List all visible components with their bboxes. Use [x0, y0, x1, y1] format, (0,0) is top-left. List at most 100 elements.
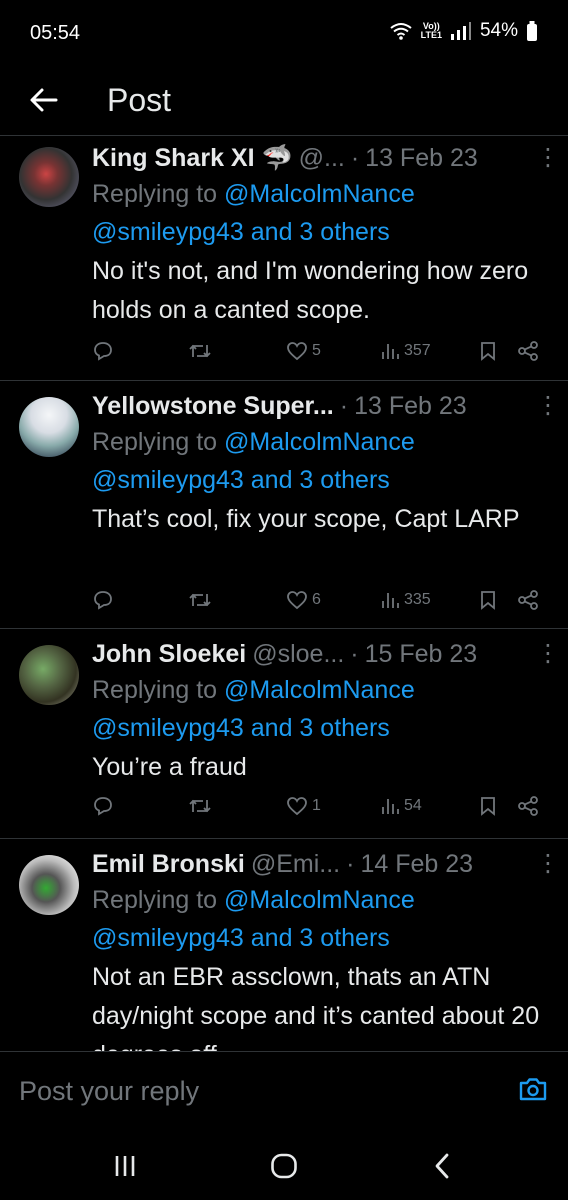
reply-tweet[interactable]: King Shark XI 🦈 @... · 13 Feb 23 ⋮ Reply… — [0, 137, 568, 381]
replies-feed[interactable]: King Shark XI 🦈 @... · 13 Feb 23 ⋮ Reply… — [0, 137, 568, 1051]
author-name[interactable]: King Shark XI 🦈 — [92, 141, 293, 175]
like-count: 6 — [312, 591, 321, 608]
mention-link[interactable]: @MalcolmNance — [224, 676, 415, 704]
views-icon — [382, 593, 399, 608]
like-count: 5 — [312, 342, 321, 359]
share-icon — [518, 341, 538, 361]
like-button[interactable]: 5 — [286, 340, 321, 362]
mention-link[interactable]: @MalcolmNance — [224, 428, 415, 456]
share-icon — [518, 590, 538, 610]
tweet-actions: 5 357 — [92, 340, 544, 370]
reply-icon — [94, 797, 112, 816]
mention-link[interactable]: @MalcolmNance — [224, 180, 415, 208]
tweet-content: King Shark XI 🦈 @... · 13 Feb 23 ⋮ Reply… — [92, 141, 560, 330]
tweet-header: Yellowstone Super... · 13 Feb 23 — [92, 389, 552, 423]
back-arrow-icon[interactable] — [26, 82, 62, 118]
bookmark-button[interactable] — [478, 340, 498, 362]
reply-tweet[interactable]: Emil Bronski @Emi... · 14 Feb 23 ⋮ Reply… — [0, 839, 568, 1051]
status-time: 05:54 — [30, 22, 81, 44]
replying-to: Replying to @MalcolmNance — [92, 423, 552, 461]
share-button[interactable] — [516, 795, 540, 817]
reply-tweet[interactable]: John Sloekei @sloe... · 15 Feb 23 ⋮ Repl… — [0, 629, 568, 839]
back-icon[interactable] — [428, 1151, 458, 1181]
camera-icon[interactable] — [518, 1074, 548, 1104]
reply-input[interactable]: Post your reply — [19, 1076, 199, 1107]
avatar[interactable] — [19, 397, 79, 457]
replying-to-label: Replying to — [92, 676, 225, 704]
tweet-content: John Sloekei @sloe... · 15 Feb 23 ⋮ Repl… — [92, 637, 560, 787]
author-name[interactable]: Emil Bronski — [92, 847, 245, 881]
retweet-icon — [189, 799, 211, 813]
wifi-icon — [390, 23, 412, 40]
author-handle[interactable]: @sloe... — [252, 637, 344, 671]
tweet-content: Yellowstone Super... · 13 Feb 23 ⋮ Reply… — [92, 389, 560, 539]
page-header: Post — [0, 68, 568, 136]
views-icon — [382, 344, 399, 359]
reply-tweet[interactable]: Yellowstone Super... · 13 Feb 23 ⋮ Reply… — [0, 381, 568, 629]
avatar[interactable] — [19, 855, 79, 915]
tweet-date[interactable]: 13 Feb 23 — [365, 141, 478, 175]
retweet-button[interactable] — [188, 589, 212, 611]
replying-to-label: Replying to — [92, 886, 225, 914]
mention-others-link[interactable]: @smileypg43 and 3 others — [92, 709, 552, 747]
views-button[interactable]: 54 — [380, 795, 422, 817]
views-button[interactable]: 357 — [380, 340, 431, 362]
more-icon[interactable]: ⋮ — [536, 389, 560, 423]
like-icon — [287, 591, 307, 610]
like-count: 1 — [312, 797, 321, 814]
bookmark-button[interactable] — [478, 589, 498, 611]
separator-dot: · — [346, 850, 355, 878]
bookmark-icon — [481, 342, 495, 361]
retweet-icon — [189, 593, 211, 607]
like-button[interactable]: 1 — [286, 795, 321, 817]
tweet-content: Emil Bronski @Emi... · 14 Feb 23 ⋮ Reply… — [92, 847, 560, 1051]
reply-icon — [94, 591, 112, 610]
replying-to-label: Replying to — [92, 180, 225, 208]
recents-icon[interactable] — [110, 1151, 140, 1181]
tweet-header: Emil Bronski @Emi... · 14 Feb 23 — [92, 847, 552, 881]
like-button[interactable]: 6 — [286, 589, 321, 611]
views-button[interactable]: 335 — [380, 589, 431, 611]
share-button[interactable] — [516, 589, 540, 611]
status-bar: 05:54 Vo)) LTE1 54% — [0, 0, 568, 68]
view-count: 335 — [404, 591, 431, 608]
tweet-text: You’re a fraud — [92, 753, 247, 781]
tweet-date[interactable]: 13 Feb 23 — [354, 389, 467, 423]
author-name[interactable]: Yellowstone Super... — [92, 389, 334, 423]
author-handle[interactable]: @Emi... — [251, 847, 340, 881]
like-icon — [287, 342, 307, 361]
mention-others-link[interactable]: @smileypg43 and 3 others — [92, 213, 552, 251]
mention-others-link[interactable]: @smileypg43 and 3 others — [92, 461, 552, 499]
bookmark-icon — [481, 797, 495, 816]
views-icon — [382, 799, 399, 814]
replying-to: Replying to @MalcolmNance — [92, 671, 552, 709]
avatar[interactable] — [19, 645, 79, 705]
tweet-date[interactable]: 14 Feb 23 — [360, 847, 473, 881]
signal-icon — [450, 22, 471, 40]
tweet-header: John Sloekei @sloe... · 15 Feb 23 — [92, 637, 552, 671]
page-title: Post — [107, 82, 172, 118]
share-button[interactable] — [516, 340, 540, 362]
more-icon[interactable]: ⋮ — [536, 141, 560, 175]
author-name[interactable]: John Sloekei — [92, 637, 246, 671]
home-icon[interactable] — [269, 1151, 299, 1181]
retweet-button[interactable] — [188, 795, 212, 817]
separator-dot: · — [350, 144, 360, 172]
reply-button[interactable] — [92, 589, 114, 611]
tweet-text: No it's not, and I'm wondering how zero … — [92, 257, 529, 324]
mention-others-link[interactable]: @smileypg43 and 3 others — [92, 919, 552, 957]
tweet-date[interactable]: 15 Feb 23 — [365, 637, 478, 671]
author-handle[interactable]: @... — [299, 141, 345, 175]
view-count: 54 — [404, 797, 422, 814]
battery-percent: 54% — [479, 20, 518, 41]
reply-button[interactable] — [92, 795, 114, 817]
retweet-button[interactable] — [188, 340, 212, 362]
reply-composer[interactable]: Post your reply — [0, 1051, 568, 1133]
mention-link[interactable]: @MalcolmNance — [224, 886, 415, 914]
more-icon[interactable]: ⋮ — [536, 637, 560, 671]
more-icon[interactable]: ⋮ — [536, 847, 560, 881]
reply-button[interactable] — [92, 340, 114, 362]
avatar[interactable] — [19, 147, 79, 207]
tweet-actions: 6 335 — [92, 589, 544, 619]
bookmark-button[interactable] — [478, 795, 498, 817]
